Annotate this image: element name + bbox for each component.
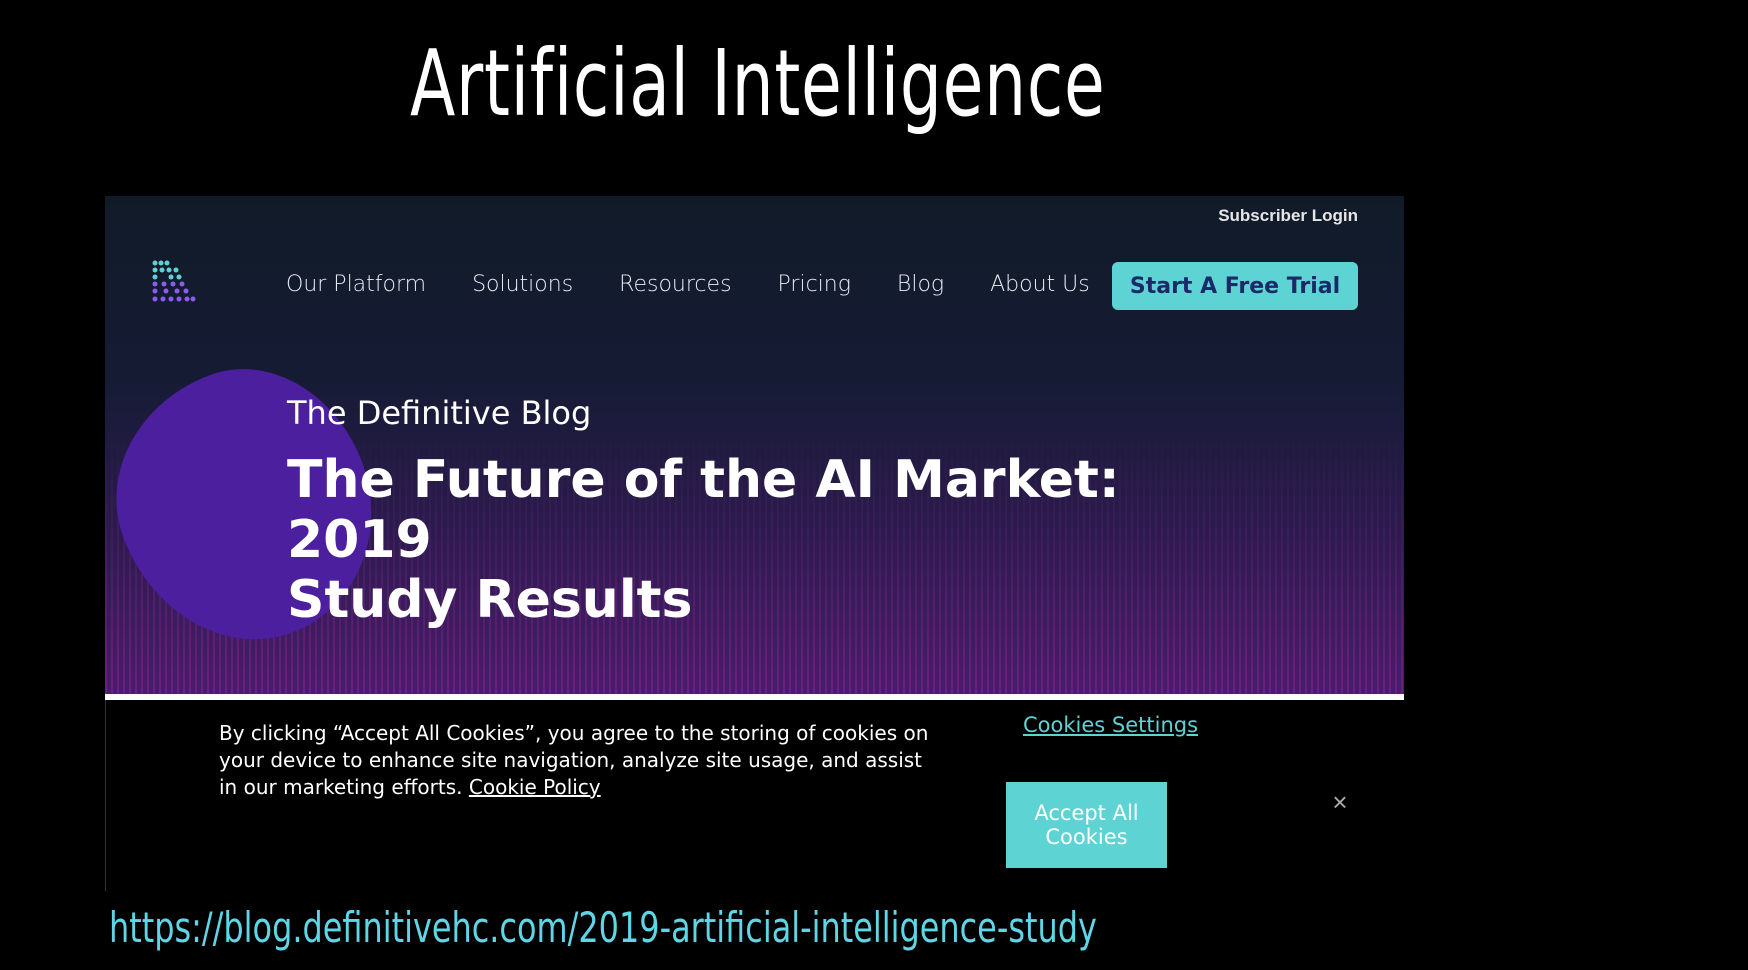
- nav-blog[interactable]: Blog: [897, 272, 944, 297]
- accept-label: Accept All Cookies: [1034, 801, 1138, 849]
- article-headline: The Future of the AI Market: 2019 Study …: [287, 450, 1267, 630]
- cookie-banner: By clicking “Accept All Cookies”, you ag…: [105, 700, 1404, 891]
- main-nav: Our Platform Solutions Resources Pricing…: [286, 264, 1136, 304]
- nav-pricing[interactable]: Pricing: [778, 272, 851, 297]
- nav-solutions[interactable]: Solutions: [472, 272, 573, 297]
- close-icon[interactable]: ×: [1328, 789, 1352, 815]
- blog-eyebrow: The Definitive Blog: [287, 394, 592, 432]
- cookies-settings-link[interactable]: Cookies Settings: [1023, 713, 1198, 737]
- slide-title: Artificial Intelligence: [409, 30, 1106, 137]
- nav-our-platform[interactable]: Our Platform: [286, 272, 426, 297]
- start-free-trial-button[interactable]: Start A Free Trial: [1112, 262, 1358, 310]
- accept-label-line-2: Cookies: [1045, 825, 1128, 849]
- nav-about-us[interactable]: About Us: [990, 272, 1090, 297]
- subscriber-login-link[interactable]: Subscriber Login: [1218, 206, 1358, 226]
- cookie-consent-text: By clicking “Accept All Cookies”, you ag…: [219, 720, 939, 801]
- cookie-policy-link[interactable]: Cookie Policy: [469, 775, 601, 799]
- source-url[interactable]: https://blog.definitivehc.com/2019-artif…: [109, 903, 1097, 952]
- accept-all-cookies-button[interactable]: Accept All Cookies: [1006, 782, 1167, 868]
- dots-logo-icon[interactable]: [151, 259, 197, 305]
- website-screenshot: Subscriber Login Our Platform Solutions …: [105, 196, 1404, 891]
- headline-line-2: Study Results: [287, 570, 693, 630]
- headline-line-1: The Future of the AI Market: 2019: [287, 450, 1120, 570]
- accept-label-line-1: Accept All: [1034, 801, 1139, 825]
- hero-section: Subscriber Login Our Platform Solutions …: [105, 196, 1404, 696]
- nav-resources[interactable]: Resources: [619, 272, 731, 297]
